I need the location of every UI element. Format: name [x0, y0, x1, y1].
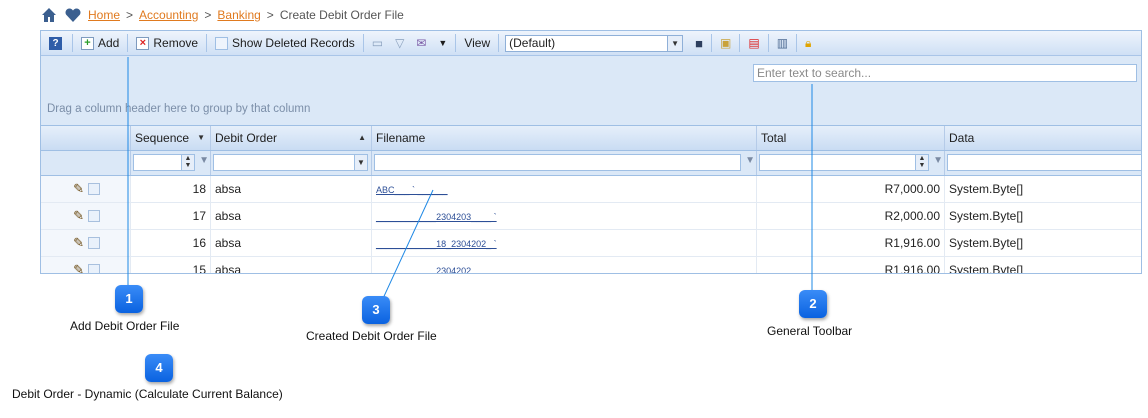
- callout-badge-2: 2: [799, 290, 827, 318]
- callout-label-1: Add Debit Order File: [70, 319, 180, 333]
- callout-lines: [127, 57, 813, 306]
- callout-badge-4: 4: [145, 354, 173, 382]
- callout-label-2: General Toolbar: [767, 324, 853, 338]
- callout-line-3: [379, 189, 434, 306]
- callout-badge-3: 3: [362, 296, 390, 324]
- callout-label-4: Debit Order - Dynamic (Calculate Current…: [12, 387, 283, 401]
- callout-badge-1: 1: [115, 285, 143, 313]
- callout-label-3: Created Debit Order File: [306, 329, 437, 343]
